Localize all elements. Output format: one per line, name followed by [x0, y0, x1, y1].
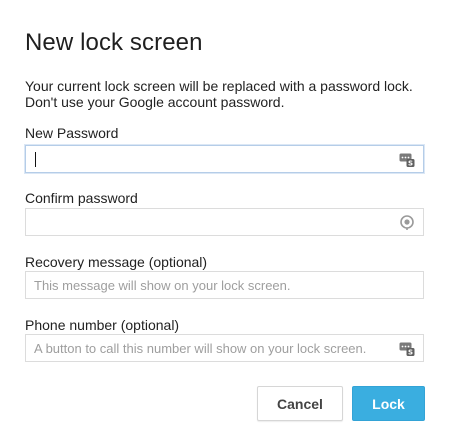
confirm-password-label: Confirm password: [25, 190, 138, 206]
lock-button[interactable]: Lock: [352, 386, 425, 421]
description-line-1: Your current lock screen will be replace…: [25, 78, 413, 94]
dialog-title: New lock screen: [25, 29, 203, 56]
phone-number-field-box: S: [25, 334, 424, 362]
new-password-input[interactable]: [26, 146, 423, 172]
confirm-password-input[interactable]: [26, 209, 423, 235]
status-indicator-icon: [400, 215, 414, 230]
description-line-2: Don't use your Google account password.: [25, 94, 285, 110]
confirm-password-field-box: [25, 208, 424, 236]
phone-number-label: Phone number (optional): [25, 317, 180, 333]
phone-number-input[interactable]: [26, 335, 423, 361]
svg-text:S: S: [408, 160, 413, 167]
text-caret: [35, 152, 36, 167]
svg-text:S: S: [408, 349, 413, 356]
recovery-message-input[interactable]: [26, 272, 423, 298]
password-manager-icon[interactable]: S: [399, 151, 415, 167]
recovery-message-field-box: [25, 271, 424, 299]
password-manager-icon[interactable]: S: [399, 340, 415, 356]
cancel-button[interactable]: Cancel: [257, 386, 343, 421]
recovery-message-label: Recovery message (optional): [25, 254, 208, 270]
dialog-description: Your current lock screen will be replace…: [25, 78, 413, 110]
new-password-field-box: S: [25, 145, 424, 173]
new-password-label: New Password: [25, 125, 119, 141]
new-lock-screen-dialog: New lock screen Your current lock screen…: [0, 0, 452, 448]
